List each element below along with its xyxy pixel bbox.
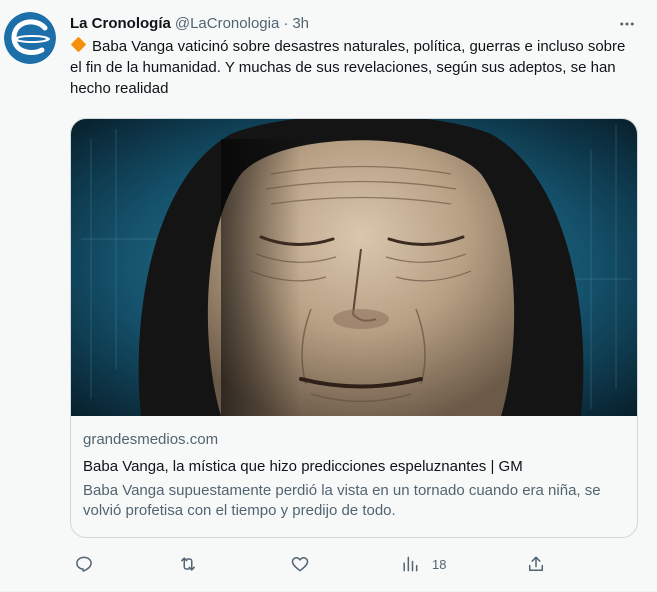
more-icon: [620, 22, 634, 26]
card-image[interactable]: [71, 119, 637, 416]
heart-icon: [291, 557, 309, 572]
more-options-button[interactable]: [612, 12, 642, 36]
orange-diamond-icon: [70, 36, 87, 53]
separator-dot: ·: [283, 14, 289, 32]
share-button[interactable]: [526, 550, 546, 578]
user-handle[interactable]: @LaCronologia: [175, 15, 279, 32]
tweet-text-block: Baba Vanga vaticinó sobre desastres natu…: [70, 36, 635, 99]
retweet-button[interactable]: [178, 550, 198, 578]
portrait-image: [71, 119, 637, 416]
analytics-icon: [403, 556, 418, 572]
tweet-actions: 18: [70, 550, 560, 578]
like-button[interactable]: [290, 550, 310, 578]
reply-icon: [76, 556, 92, 572]
share-icon: [529, 556, 543, 571]
tweet-header: La Cronología @LaCronologia · 3h: [70, 13, 309, 33]
avatar[interactable]: [4, 12, 56, 64]
link-card[interactable]: grandesmedios.com Baba Vanga, la mística…: [70, 118, 638, 538]
la-cronologia-logo-icon: [4, 12, 56, 64]
reply-button[interactable]: [74, 550, 94, 578]
card-domain: grandesmedios.com: [83, 431, 219, 448]
card-body[interactable]: grandesmedios.com Baba Vanga, la mística…: [71, 416, 637, 521]
timestamp[interactable]: 3h: [292, 15, 309, 32]
views-count: 18: [432, 556, 447, 572]
retweet-icon: [181, 557, 195, 571]
display-name[interactable]: La Cronología: [70, 15, 171, 32]
tweet[interactable]: La Cronología @LaCronologia · 3h Baba Va…: [0, 0, 657, 592]
tweet-text: Baba Vanga vaticinó sobre desastres natu…: [70, 38, 626, 97]
card-title: Baba Vanga, la mística que hizo predicci…: [83, 458, 523, 475]
views-button[interactable]: 18: [400, 550, 446, 578]
card-description: Baba Vanga supuestamente perdió la vista…: [83, 482, 601, 519]
